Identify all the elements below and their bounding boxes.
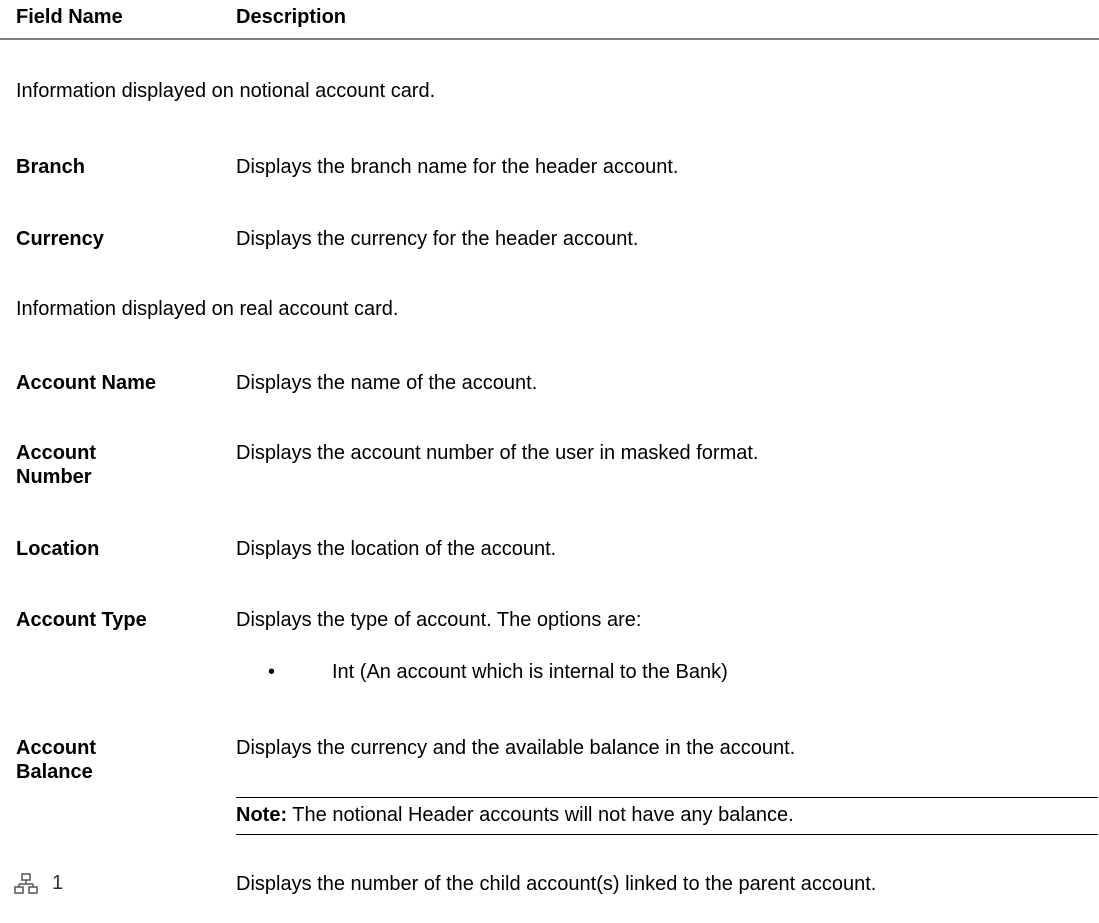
- hierarchy-icon: [14, 873, 38, 894]
- field-branch: Branch: [16, 156, 85, 178]
- description-location: Displays the location of the account.: [236, 538, 557, 560]
- description-child-accounts: Displays the number of the child account…: [236, 873, 877, 895]
- field-account-number-line1: Account: [16, 442, 96, 464]
- field-location: Location: [16, 538, 100, 560]
- header-description: Description: [236, 6, 347, 28]
- field-account-balance-line1: Account: [16, 737, 96, 759]
- description-account-name: Displays the name of the account.: [236, 372, 538, 394]
- note-label: Note:: [236, 804, 288, 826]
- note-body: The notional Header accounts will not ha…: [287, 804, 794, 826]
- note-box: Note: The notional Header accounts will …: [236, 797, 1098, 835]
- description-account-number: Displays the account number of the user …: [236, 442, 759, 464]
- description-account-balance: Displays the currency and the available …: [236, 737, 796, 759]
- real-intro: Information displayed on real account ca…: [16, 298, 399, 320]
- description-branch: Displays the branch name for the header …: [236, 156, 679, 178]
- field-account-name: Account Name: [16, 372, 157, 394]
- description-currency: Displays the currency for the header acc…: [236, 228, 639, 250]
- field-account-number-line2: Number: [16, 466, 92, 488]
- field-account-type: Account Type: [16, 609, 147, 631]
- field-currency: Currency: [16, 228, 104, 250]
- field-account-balance: Account Balance: [16, 736, 216, 784]
- bullet-icon: •: [268, 661, 276, 683]
- document-page: Field Name Description Information displ…: [0, 0, 1099, 923]
- note-text: Note: The notional Header accounts will …: [236, 804, 794, 827]
- table-header: Field Name Description: [0, 0, 1099, 40]
- description-account-type: Displays the type of account. The option…: [236, 609, 642, 631]
- header-field-name: Field Name: [16, 6, 123, 28]
- hierarchy-indicator: 1: [14, 868, 84, 902]
- field-account-number: Account Number: [16, 441, 216, 489]
- field-account-balance-line2: Balance: [16, 761, 93, 783]
- notional-intro: Information displayed on notional accoun…: [16, 80, 436, 102]
- bullet-text: Int (An account which is internal to the…: [332, 661, 728, 683]
- child-count: 1: [52, 872, 64, 894]
